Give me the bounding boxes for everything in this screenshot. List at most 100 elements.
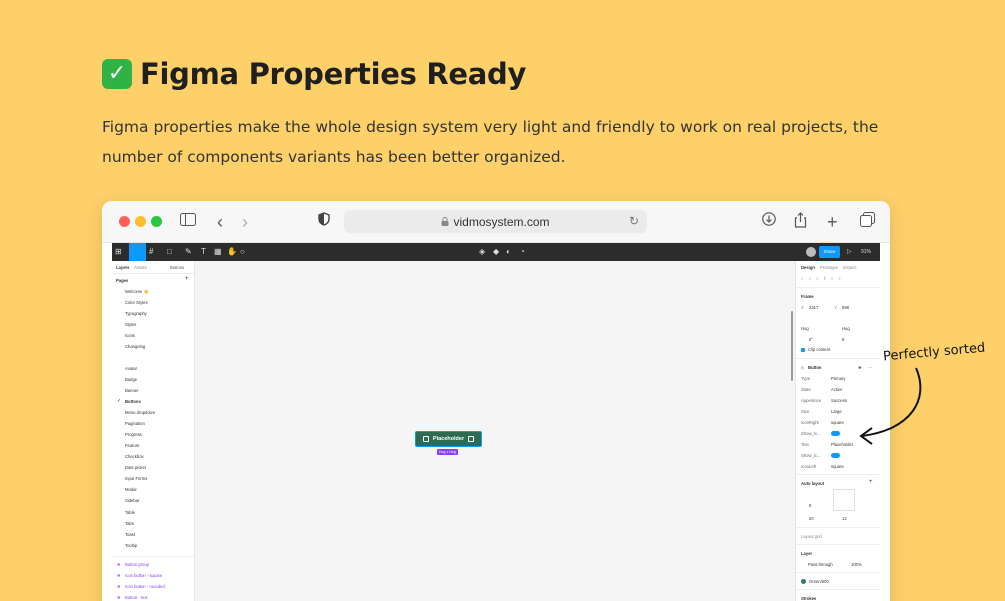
tab-design[interactable]: Design: [801, 265, 815, 270]
x-value[interactable]: 2317: [809, 305, 818, 310]
prop-value[interactable]: Success: [831, 398, 847, 403]
page-item[interactable]: Changelog: [125, 344, 145, 349]
prop-label: Show_Ic...: [801, 453, 821, 458]
height-mode[interactable]: Hug: [842, 326, 850, 331]
page-item[interactable]: Input Forms: [125, 476, 147, 481]
blend-mode[interactable]: Pass through: [808, 562, 833, 567]
scrollbar[interactable]: [791, 311, 793, 381]
page-item[interactable]: Welcome 👋: [125, 289, 149, 295]
page-item[interactable]: Menu dropdown: [125, 410, 155, 415]
prop-value[interactable]: Large: [831, 409, 842, 414]
width-mode[interactable]: Hug: [801, 326, 809, 331]
page-item[interactable]: Color Styles: [125, 300, 148, 305]
layer-heading: Layer: [801, 551, 813, 556]
prop-value[interactable]: square: [831, 420, 844, 425]
resources-icon[interactable]: ▦: [214, 246, 222, 258]
alignment-box[interactable]: [833, 489, 855, 511]
forward-icon[interactable]: ›: [242, 212, 248, 232]
mask-icon[interactable]: ◆: [493, 246, 499, 258]
download-icon[interactable]: [762, 212, 776, 232]
opacity-value[interactable]: 100%: [851, 562, 862, 567]
address-bar[interactable]: vidmosystem.com ↻: [344, 210, 647, 233]
x-label: X: [801, 305, 804, 310]
close-dot-icon[interactable]: [119, 216, 130, 227]
add-autolayout-icon[interactable]: +: [869, 479, 873, 485]
padding-v-value[interactable]: 12: [842, 516, 847, 521]
page-item[interactable]: Avatar: [125, 366, 137, 371]
text-tool-icon[interactable]: T: [201, 246, 206, 258]
tab-assets[interactable]: Assets: [134, 265, 147, 270]
page-item[interactable]: Toast: [125, 532, 135, 537]
tab-layers[interactable]: Layers: [116, 265, 130, 270]
shield-icon[interactable]: [318, 212, 330, 232]
contrast-icon[interactable]: ◐: [506, 246, 511, 258]
move-tool-icon[interactable]: [129, 243, 146, 261]
canvas-button[interactable]: Placeholder: [415, 431, 482, 447]
tabs-overview-icon[interactable]: [860, 212, 875, 233]
padding-h-value[interactable]: 20: [809, 516, 814, 521]
y-value[interactable]: 598: [842, 305, 849, 310]
page-item[interactable]: Progress: [125, 432, 142, 437]
gap-value[interactable]: 8: [809, 503, 811, 508]
zoom-level[interactable]: 91%: [861, 246, 871, 258]
fill-swatch[interactable]: [801, 579, 806, 584]
share-button[interactable]: Share: [819, 246, 840, 258]
page-item[interactable]: Pagination: [125, 421, 145, 426]
page-item[interactable]: Checkbox: [125, 454, 144, 459]
page-dropdown[interactable]: Buttons: [170, 265, 184, 270]
add-page-icon[interactable]: +: [185, 276, 189, 282]
page-item[interactable]: Tabs: [125, 521, 134, 526]
tab-inspect[interactable]: Inspect: [843, 265, 857, 270]
layer-item[interactable]: Button - text: [125, 595, 148, 600]
prop-value[interactable]: Active: [831, 387, 842, 392]
reload-icon[interactable]: ↻: [629, 214, 639, 228]
prop-value[interactable]: square: [831, 464, 844, 469]
toggle-switch[interactable]: [831, 453, 840, 458]
prop-value[interactable]: Primary: [831, 376, 845, 381]
page-item[interactable]: Date picker: [125, 465, 146, 470]
layer-item[interactable]: Icon button - rounded: [125, 584, 165, 589]
fill-style-name[interactable]: Green/500: [809, 579, 829, 584]
play-icon[interactable]: ▷: [847, 246, 852, 258]
avatar[interactable]: [806, 247, 816, 257]
page-item[interactable]: Banner: [125, 388, 139, 393]
prop-label: Apperance: [801, 398, 822, 403]
rotation-value[interactable]: 0°: [809, 337, 813, 342]
align-icons[interactable]: ≡ ≡ ≡ ‖ ≡ ≡: [801, 276, 843, 281]
radius-value[interactable]: 8: [842, 337, 844, 342]
boolean-icon[interactable]: ◔: [520, 246, 525, 258]
page-item[interactable]: Sidebar: [125, 498, 139, 503]
hand-tool-icon[interactable]: ✋: [227, 246, 237, 258]
page-item[interactable]: Table: [125, 510, 135, 515]
comment-tool-icon[interactable]: ○: [240, 246, 245, 258]
minimize-dot-icon[interactable]: [135, 216, 146, 227]
maximize-dot-icon[interactable]: [151, 216, 162, 227]
frame-tool-icon[interactable]: #: [149, 246, 153, 258]
toggle-switch[interactable]: [831, 431, 840, 436]
page-item[interactable]: Tooltip: [125, 543, 137, 548]
page-item[interactable]: Modal: [125, 487, 136, 492]
page-item[interactable]: Feature: [125, 443, 139, 448]
page-item[interactable]: Badge: [125, 377, 137, 382]
layer-item[interactable]: Button group: [125, 562, 149, 567]
back-icon[interactable]: ‹: [217, 212, 223, 232]
sidebar-icon[interactable]: [180, 212, 196, 232]
new-tab-icon[interactable]: +: [827, 212, 838, 232]
page-item-current[interactable]: Buttons: [125, 399, 141, 404]
page-item[interactable]: Icons: [125, 333, 135, 338]
layer-item[interactable]: Icon button - square: [125, 573, 162, 578]
shape-tool-icon[interactable]: □: [167, 246, 172, 258]
share-icon[interactable]: [794, 212, 807, 234]
page-item[interactable]: Styles: [125, 322, 136, 327]
pen-tool-icon[interactable]: ✎: [185, 246, 192, 258]
canvas[interactable]: Placeholder Hug × Hug: [195, 261, 795, 601]
instance-icon: ◇: [801, 365, 805, 370]
url-text: vidmosystem.com: [453, 214, 550, 229]
component-tool-icon[interactable]: ◈: [479, 246, 485, 258]
prop-label: IconLeft: [801, 464, 816, 469]
tab-prototype[interactable]: Prototype: [820, 265, 838, 270]
figma-menu-icon[interactable]: ⊞: [115, 246, 122, 258]
clip-checkbox[interactable]: [801, 348, 805, 352]
page-item[interactable]: Typography: [125, 311, 147, 316]
component-name[interactable]: Button: [808, 365, 822, 370]
